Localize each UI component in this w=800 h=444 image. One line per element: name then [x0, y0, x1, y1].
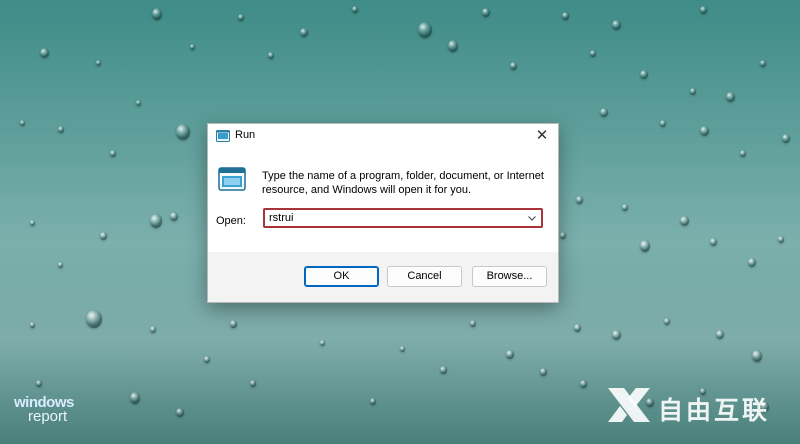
raindrop	[562, 12, 569, 20]
raindrop	[100, 232, 107, 240]
raindrop	[58, 262, 63, 268]
raindrop	[96, 60, 101, 66]
watermark-x-logo-icon	[608, 388, 650, 422]
chevron-down-icon[interactable]	[527, 213, 537, 223]
open-combobox[interactable]	[263, 208, 543, 228]
raindrop	[778, 236, 784, 243]
raindrop	[150, 326, 156, 333]
run-dialog: Run ✕ Type the name of a program, folder…	[207, 123, 559, 303]
ok-button[interactable]: OK	[304, 266, 379, 287]
raindrop	[204, 356, 210, 363]
raindrop	[510, 62, 517, 70]
raindrop	[176, 408, 184, 417]
raindrop	[560, 232, 566, 239]
watermark-text: 自由互联	[658, 396, 771, 425]
raindrop	[710, 238, 717, 246]
windows-report-watermark: windows report	[14, 395, 74, 425]
browse-button[interactable]: Browse...	[472, 266, 547, 287]
raindrop	[590, 50, 596, 57]
raindrop	[716, 330, 724, 339]
raindrop	[640, 240, 650, 252]
raindrop	[30, 220, 35, 226]
close-button[interactable]: ✕	[532, 127, 552, 145]
raindrop	[726, 92, 735, 102]
run-program-icon	[218, 167, 246, 191]
raindrop	[574, 324, 581, 332]
raindrop	[680, 216, 689, 226]
raindrop	[700, 6, 707, 14]
raindrop	[448, 40, 458, 52]
dialog-description: Type the name of a program, folder, docu…	[262, 170, 544, 196]
raindrop	[418, 22, 432, 38]
dialog-content: Type the name of a program, folder, docu…	[208, 148, 558, 252]
raindrop	[760, 60, 766, 67]
raindrop	[36, 380, 42, 387]
raindrop	[612, 20, 621, 30]
raindrop	[612, 330, 621, 340]
watermark-line-2: report	[28, 408, 68, 425]
dialog-footer: OK Cancel Browse...	[208, 252, 558, 302]
raindrop	[690, 88, 696, 95]
raindrop	[580, 380, 587, 388]
run-icon	[216, 130, 230, 142]
raindrop	[20, 120, 25, 126]
raindrop	[40, 48, 49, 58]
raindrop	[300, 28, 308, 37]
raindrop	[110, 150, 116, 157]
cancel-button[interactable]: Cancel	[387, 266, 462, 287]
raindrop	[664, 318, 670, 325]
raindrop	[748, 258, 756, 267]
raindrop	[752, 350, 762, 362]
raindrop	[622, 204, 628, 211]
raindrop	[176, 124, 190, 140]
raindrop	[506, 350, 514, 359]
open-input[interactable]	[265, 210, 519, 226]
raindrop	[470, 320, 476, 327]
raindrop	[482, 8, 490, 17]
raindrop	[136, 100, 141, 106]
open-label: Open:	[216, 215, 246, 227]
title-bar[interactable]: Run ✕	[208, 124, 558, 148]
raindrop	[30, 322, 35, 328]
raindrop	[250, 380, 256, 387]
raindrop	[320, 340, 325, 346]
raindrop	[190, 44, 195, 50]
raindrop	[660, 120, 666, 127]
raindrop	[576, 196, 583, 204]
raindrop	[370, 398, 376, 405]
raindrop	[740, 150, 746, 157]
raindrop	[700, 126, 709, 136]
dialog-title: Run	[235, 129, 256, 141]
raindrop	[640, 70, 648, 79]
raindrop	[170, 212, 178, 221]
raindrop	[130, 392, 140, 404]
raindrop	[268, 52, 274, 59]
raindrop	[58, 126, 64, 133]
raindrop	[540, 368, 547, 376]
raindrop	[230, 320, 237, 328]
raindrop	[400, 346, 405, 352]
raindrop	[352, 6, 358, 13]
close-icon: ✕	[535, 127, 549, 144]
raindrop	[782, 134, 790, 143]
raindrop	[238, 14, 244, 21]
raindrop	[600, 108, 608, 117]
raindrop	[150, 214, 162, 228]
raindrop	[86, 310, 102, 328]
ziyou-watermark: 自由互联	[606, 384, 796, 426]
raindrop	[152, 8, 162, 20]
raindrop	[440, 366, 447, 374]
